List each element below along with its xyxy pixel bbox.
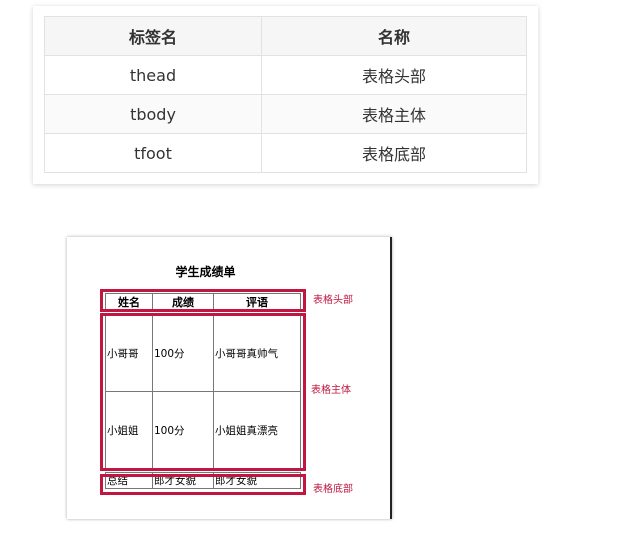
tbody-annotation: 表格主体 xyxy=(311,385,351,396)
tag-desc-cell: 表格头部 xyxy=(261,55,527,95)
column-header-tag-name: 标签名 xyxy=(44,16,262,56)
tag-desc-cell: 表格主体 xyxy=(261,94,527,134)
tag-desc-cell: 表格底部 xyxy=(261,133,527,173)
thead-annotation: 表格头部 xyxy=(313,295,353,306)
thead-highlight-box xyxy=(100,289,306,312)
tag-reference-table: 标签名 名称 thead 表格头部 tbody 表格主体 tfoot 表格底部 xyxy=(44,16,527,173)
tfoot-annotation: 表格底部 xyxy=(313,484,353,495)
reference-table-card: 标签名 名称 thead 表格头部 tbody 表格主体 tfoot 表格底部 xyxy=(33,6,538,184)
table-caption: 学生成绩单 xyxy=(175,265,236,279)
demo-table-screenshot: 学生成绩单 姓名 成绩 评语 小哥哥 100分 小哥哥真帅气 小姐姐 100分 … xyxy=(67,237,392,519)
tag-name-cell: tbody xyxy=(44,94,262,134)
tag-name-cell: thead xyxy=(44,55,262,95)
tag-name-cell: tfoot xyxy=(44,133,262,173)
column-header-name: 名称 xyxy=(261,16,527,56)
table-row: tbody 表格主体 xyxy=(44,94,527,134)
table-row: thead 表格头部 xyxy=(44,55,527,95)
tfoot-highlight-box xyxy=(100,474,306,495)
table-header-row: 标签名 名称 xyxy=(44,16,527,56)
table-row: tfoot 表格底部 xyxy=(44,133,527,173)
tbody-highlight-box xyxy=(100,313,306,471)
